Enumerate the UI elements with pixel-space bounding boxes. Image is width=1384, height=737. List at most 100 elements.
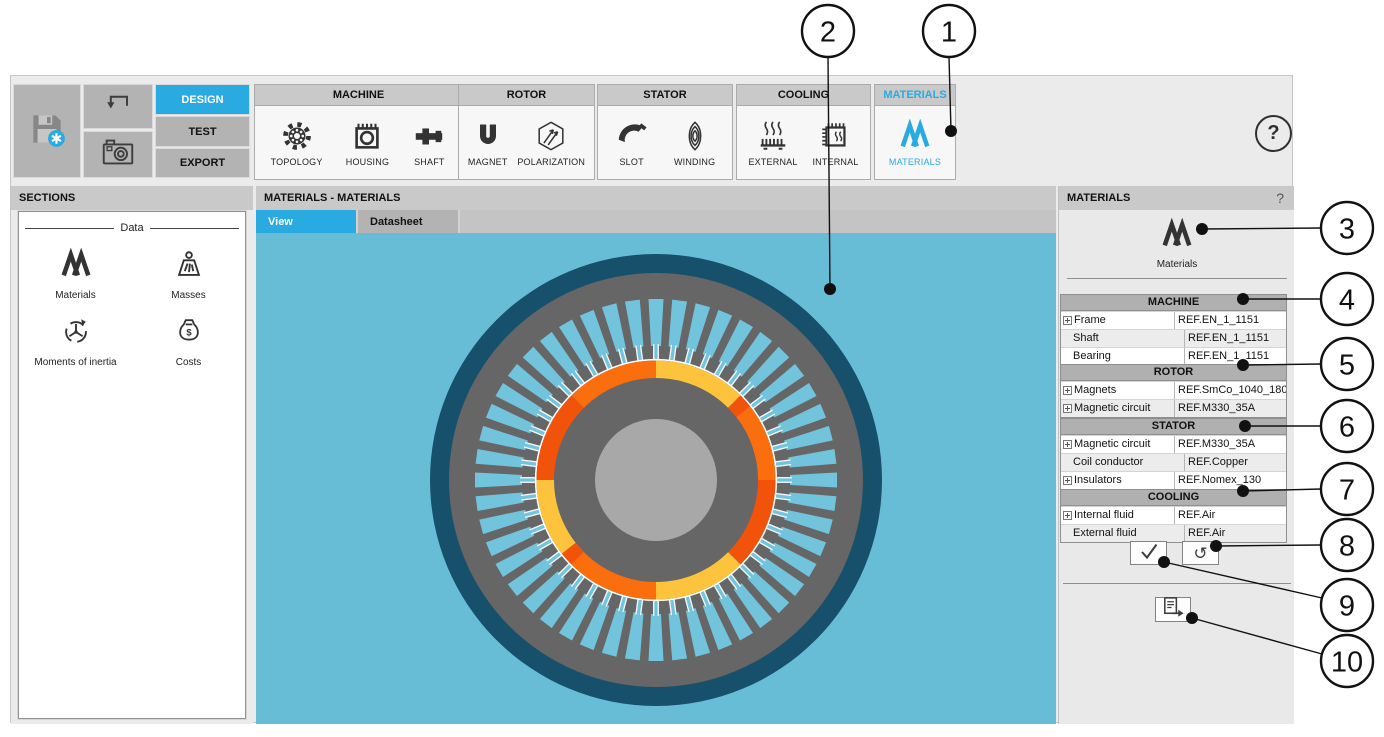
cooling-internal-icon: [818, 117, 852, 155]
sections-panel: SECTIONS Data MaterialsMassesMoments of …: [11, 186, 253, 724]
inertia-icon: [59, 315, 93, 354]
ribbon-item-topology[interactable]: TOPOLOGY: [268, 117, 326, 167]
divider: [1067, 278, 1287, 279]
callout-5: 5: [1321, 338, 1373, 390]
expand-icon[interactable]: [1063, 404, 1072, 413]
materials-icon: [898, 117, 932, 155]
main-view-title: MATERIALS - MATERIALS: [256, 186, 1056, 210]
shaft-icon: [412, 117, 446, 155]
section-item-materials[interactable]: Materials: [19, 248, 132, 301]
svg-text:7: 7: [1339, 474, 1355, 506]
materials-table-cooling: COOLINGInternal fluidREF.AirExternal flu…: [1060, 489, 1287, 543]
row-value[interactable]: REF.Air: [1174, 507, 1286, 524]
table-row[interactable]: Magnetic circuitREF.M330_35A: [1061, 435, 1286, 453]
table-row[interactable]: Magnets REF.SmCo_1040_1800: [1061, 381, 1286, 399]
svg-text:10: 10: [1331, 646, 1363, 678]
ribbon-item-external[interactable]: EXTERNAL: [745, 117, 800, 167]
tab-export[interactable]: EXPORT: [155, 148, 250, 178]
row-value[interactable]: REF.EN_1_1151: [1184, 330, 1286, 347]
callout-8: 8: [1321, 519, 1373, 571]
tab-test[interactable]: TEST: [155, 116, 250, 147]
validate-button[interactable]: [1130, 541, 1167, 565]
materials-summary-label: Materials: [1157, 259, 1198, 270]
row-label: Insulators: [1074, 472, 1122, 489]
save-button[interactable]: [13, 84, 81, 178]
section-item-moments-of-inertia[interactable]: Moments of inertia: [19, 315, 132, 368]
machine-cross-section-view[interactable]: [256, 233, 1056, 724]
expand-icon[interactable]: [1063, 316, 1072, 325]
help-button[interactable]: ?: [1255, 115, 1292, 152]
row-value[interactable]: REF.EN_1_1151: [1174, 312, 1286, 329]
tab-datasheet[interactable]: Datasheet: [358, 210, 460, 233]
ribbon-item-internal[interactable]: INTERNAL: [809, 117, 861, 167]
ribbon-item-label: INTERNAL: [812, 157, 858, 167]
row-value[interactable]: REF.M330_35A: [1174, 400, 1286, 417]
table-row[interactable]: BearingREF.EN_1_1151: [1061, 347, 1286, 365]
panel-help-icon[interactable]: ?: [1276, 186, 1284, 210]
materials-icon: [59, 248, 93, 287]
ribbon-item-polarization[interactable]: POLARIZATION: [514, 117, 588, 167]
table-row[interactable]: FrameREF.EN_1_1151: [1061, 311, 1286, 329]
ribbon-item-winding[interactable]: WINDING: [671, 117, 718, 167]
restore-icon: ↺: [1193, 545, 1207, 562]
table-row[interactable]: External fluidREF.Air: [1061, 524, 1286, 542]
main-view: MATERIALS - MATERIALS View Datasheet: [256, 186, 1056, 724]
callout-1: 1: [923, 5, 975, 57]
restore-button[interactable]: ↺: [1182, 541, 1219, 565]
ribbon-item-housing[interactable]: HOUSING: [343, 117, 392, 167]
ribbon-item-label: TOPOLOGY: [271, 157, 323, 167]
expand-icon[interactable]: [1063, 440, 1072, 449]
ribbon-item-label: HOUSING: [346, 157, 389, 167]
materials-summary: Materials: [1059, 210, 1295, 278]
ribbon-item-magnet[interactable]: MAGNET: [465, 117, 511, 167]
ribbon-group-rotor: ROTORMAGNETPOLARIZATION: [458, 84, 595, 180]
ribbon-group-stator: STATORSLOTWINDING: [597, 84, 733, 180]
svg-text:6: 6: [1339, 411, 1355, 443]
data-fieldset-legend: Data: [25, 222, 239, 234]
screenshot-button[interactable]: [83, 131, 153, 178]
expand-icon[interactable]: [1063, 476, 1072, 485]
save-icon: [26, 108, 68, 155]
ribbon-item-label: SLOT: [619, 157, 643, 167]
section-item-costs[interactable]: $Costs: [132, 315, 245, 368]
ribbon-group-title: MACHINE: [255, 85, 462, 106]
table-row[interactable]: Magnetic circuitREF.M330_35A: [1061, 399, 1286, 417]
ribbon-item-label: EXTERNAL: [748, 157, 797, 167]
row-value[interactable]: REF.SmCo_1040_1800: [1174, 382, 1286, 399]
row-label: Magnets: [1074, 382, 1116, 399]
table-row[interactable]: Internal fluid REF.Air: [1061, 506, 1286, 524]
svg-text:3: 3: [1339, 213, 1355, 245]
expand-icon[interactable]: [1063, 386, 1072, 395]
svg-text:9: 9: [1339, 590, 1355, 622]
export-report-button[interactable]: [1155, 597, 1191, 622]
row-value[interactable]: REF.M330_35A: [1174, 436, 1286, 453]
ribbon-item-shaft[interactable]: SHAFT: [409, 117, 449, 167]
ribbon-item-slot[interactable]: SLOT: [612, 117, 652, 167]
svg-text:$: $: [186, 327, 192, 338]
table-row[interactable]: ShaftREF.EN_1_1151: [1061, 329, 1286, 347]
sections-box: Data Materials MassesMoments of inertia$C…: [18, 211, 246, 719]
housing-icon: [350, 117, 384, 155]
materials-table-stator: STATORMagnetic circuitREF.M330_35ACoil c…: [1060, 418, 1287, 490]
table-row[interactable]: Insulators REF.Nomex_130: [1061, 471, 1286, 489]
polarization-icon: [534, 117, 568, 155]
row-value[interactable]: REF.EN_1_1151: [1184, 348, 1286, 365]
undo-icon: [100, 86, 136, 127]
row-label: Internal fluid: [1074, 507, 1134, 524]
ribbon-item-label: SHAFT: [414, 157, 445, 167]
tab-design[interactable]: DESIGN: [155, 84, 250, 115]
callout-4: 4: [1321, 273, 1373, 325]
row-value[interactable]: REF.Nomex_130: [1174, 472, 1286, 489]
undo-button[interactable]: [83, 84, 153, 129]
svg-text:1: 1: [941, 16, 957, 48]
expand-icon[interactable]: [1063, 511, 1072, 520]
row-value[interactable]: REF.Copper: [1184, 454, 1286, 471]
tab-view[interactable]: View: [256, 210, 358, 233]
section-item-masses[interactable]: Masses: [132, 248, 245, 301]
page: DESIGN TEST EXPORT MACHINE TOPOLOGY HOUSIN…: [0, 0, 1384, 737]
ribbon-item-materials[interactable]: MATERIALS: [886, 117, 944, 167]
table-row[interactable]: Coil conductorREF.Copper: [1061, 453, 1286, 471]
check-icon: [1136, 540, 1162, 567]
row-value[interactable]: REF.Air: [1184, 525, 1286, 542]
section-item-label: Materials: [55, 290, 96, 301]
